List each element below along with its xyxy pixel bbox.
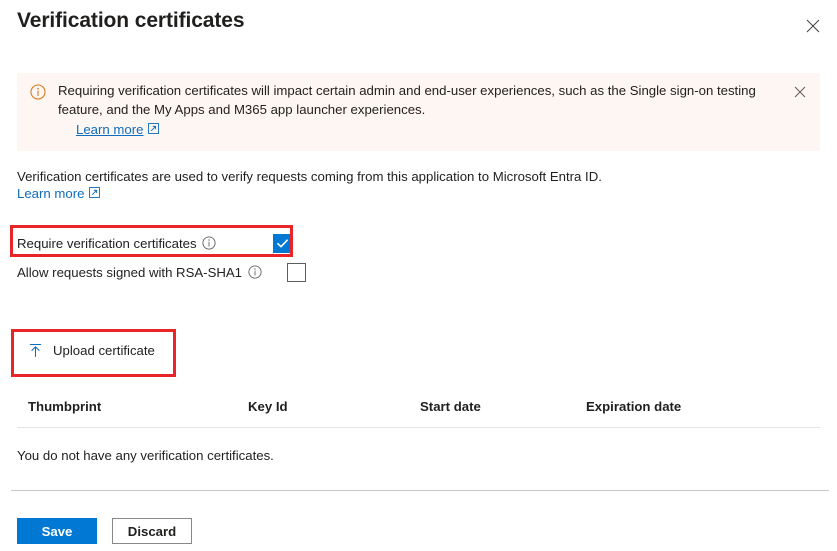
upload-certificate-button[interactable]: Upload certificate [21, 338, 161, 362]
external-link-icon [148, 121, 160, 140]
footer-divider [11, 490, 829, 491]
info-circle-icon[interactable] [247, 265, 262, 280]
link-label: Learn more [76, 122, 144, 137]
upload-arrow-icon [27, 342, 43, 358]
save-button[interactable]: Save [17, 518, 97, 544]
info-circle-icon[interactable] [202, 236, 217, 251]
option-require-verification-certificates[interactable]: Require verification certificates [17, 230, 292, 256]
panel-close-button[interactable] [797, 10, 829, 42]
upload-certificate-label: Upload certificate [53, 342, 155, 358]
table-empty-message: You do not have any verification certifi… [17, 448, 274, 463]
description-text: Verification certificates are used to ve… [17, 169, 602, 184]
info-banner-body: Requiring verification certificates will… [49, 82, 790, 140]
allow-rsa-sha1-checkbox[interactable] [287, 262, 307, 282]
page-title: Verification certificates [17, 9, 245, 32]
option-label: Allow requests signed with RSA-SHA1 [17, 264, 243, 280]
footer-actions: Save Discard [17, 518, 192, 544]
column-header-key-id[interactable]: Key Id [248, 399, 288, 414]
column-header-thumbprint[interactable]: Thumbprint [28, 399, 101, 414]
column-header-expiration-date[interactable]: Expiration date [586, 399, 681, 414]
column-header-start-date[interactable]: Start date [420, 399, 481, 414]
option-allow-requests-signed-with-rsa-sha1[interactable]: Allow requests signed with RSA-SHA1 [17, 259, 307, 285]
link-label: Learn more [17, 186, 85, 201]
description-learn-more-link[interactable]: Learn more [17, 186, 101, 201]
info-circle-icon [27, 84, 49, 104]
certificates-table: Thumbprint Key Id Start date Expiration … [17, 396, 820, 490]
discard-button[interactable]: Discard [112, 518, 192, 544]
external-link-icon [89, 186, 101, 201]
verification-certificates-panel: Verification certificates Requiring veri… [0, 0, 837, 551]
info-banner: Requiring verification certificates will… [17, 73, 820, 151]
info-banner-dismiss-button[interactable] [790, 84, 810, 104]
info-banner-text: Requiring verification certificates will… [58, 83, 756, 117]
close-icon [806, 19, 820, 33]
table-header-row: Thumbprint Key Id Start date Expiration … [17, 396, 820, 428]
info-banner-learn-more-link[interactable]: Learn more [76, 121, 160, 140]
close-icon [794, 85, 806, 103]
option-label: Require verification certificates [17, 235, 197, 251]
require-verification-certificates-checkbox[interactable] [272, 233, 292, 253]
